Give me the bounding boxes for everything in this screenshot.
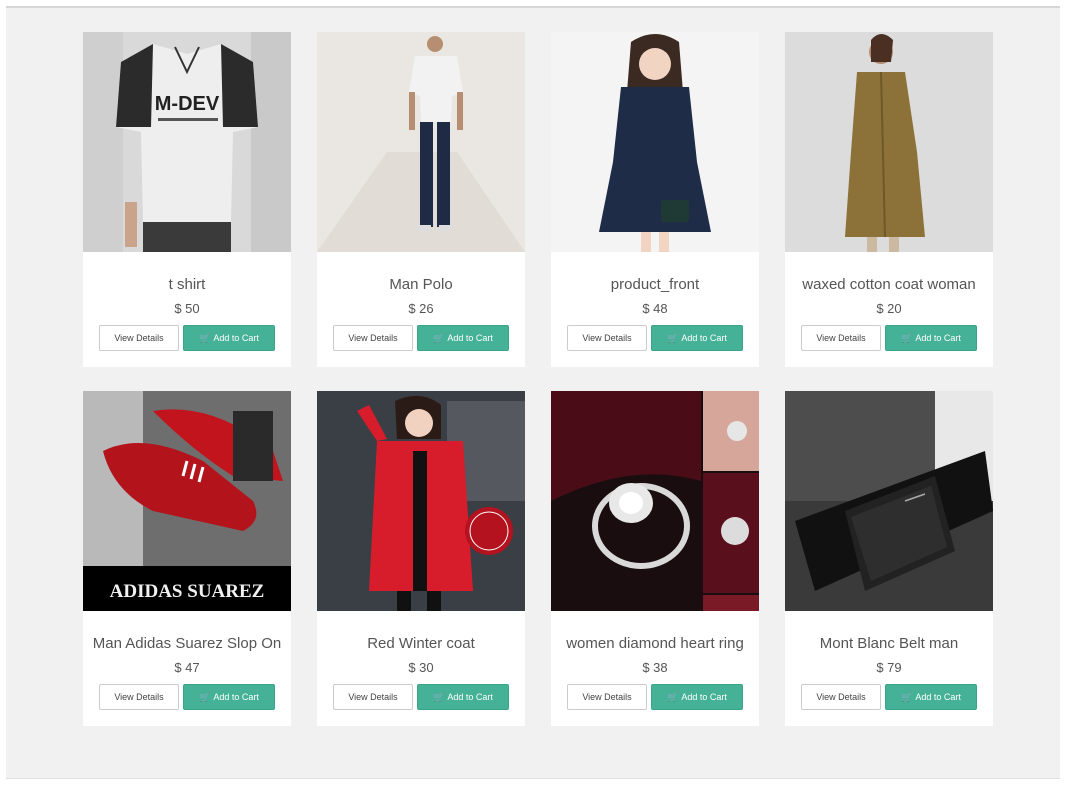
add-to-cart-label: Add to Cart <box>447 333 493 343</box>
image-caption: ADIDAS SUAREZ <box>110 581 265 602</box>
card-actions: View Details 🛒 Add to Cart <box>317 684 525 710</box>
svg-text:M-DEV: M-DEV <box>155 93 220 115</box>
product-price: $ 20 <box>876 301 902 316</box>
add-to-cart-button[interactable]: 🛒 Add to Cart <box>417 684 509 710</box>
view-details-button[interactable]: View Details <box>333 684 413 710</box>
card-actions: View Details 🛒 Add to Cart <box>785 684 993 710</box>
product-image[interactable]: ADIDAS SUAREZ <box>83 391 291 611</box>
shopping-cart-icon: 🛒 <box>433 691 445 702</box>
add-to-cart-label: Add to Cart <box>915 333 961 343</box>
card-actions: View Details 🛒 Add to Cart <box>317 325 525 351</box>
add-to-cart-button[interactable]: 🛒 Add to Cart <box>651 325 743 351</box>
product-card: Red Winter coat $ 30 View Details 🛒 Add … <box>317 391 525 726</box>
page-frame: M-DEV t shirt $ 50 View Details 🛒 Add to… <box>6 6 1060 779</box>
card-actions: View Details 🛒 Add to Cart <box>83 684 291 710</box>
product-card: Man Polo $ 26 View Details 🛒 Add to Cart <box>317 32 525 367</box>
product-price: $ 47 <box>174 660 200 675</box>
add-to-cart-label: Add to Cart <box>915 692 961 702</box>
view-details-button[interactable]: View Details <box>567 684 647 710</box>
add-to-cart-label: Add to Cart <box>681 692 727 702</box>
product-name[interactable]: t shirt <box>83 276 291 294</box>
product-price: $ 30 <box>408 660 434 675</box>
view-details-button[interactable]: View Details <box>99 684 179 710</box>
add-to-cart-label: Add to Cart <box>213 333 259 343</box>
shopping-cart-icon: 🛒 <box>199 332 211 343</box>
product-card: ADIDAS SUAREZ Man Adidas Suarez Slop On … <box>83 391 291 726</box>
product-price: $ 79 <box>876 660 902 675</box>
product-image[interactable] <box>785 32 993 252</box>
product-image[interactable]: M-DEV <box>83 32 291 252</box>
product-price: $ 50 <box>174 301 200 316</box>
add-to-cart-label: Add to Cart <box>681 333 727 343</box>
shopping-cart-icon: 🛒 <box>901 332 913 343</box>
product-card: waxed cotton coat woman $ 20 View Detail… <box>785 32 993 367</box>
product-image[interactable] <box>317 391 525 611</box>
product-price: $ 26 <box>408 301 434 316</box>
product-name[interactable]: Man Adidas Suarez Slop On <box>83 635 291 653</box>
card-actions: View Details 🛒 Add to Cart <box>83 325 291 351</box>
add-to-cart-label: Add to Cart <box>447 692 493 702</box>
product-name[interactable]: waxed cotton coat woman <box>785 276 993 294</box>
view-details-button[interactable]: View Details <box>567 325 647 351</box>
shopping-cart-icon: 🛒 <box>901 691 913 702</box>
card-actions: View Details 🛒 Add to Cart <box>551 684 759 710</box>
product-price: $ 48 <box>642 301 668 316</box>
product-image[interactable] <box>785 391 993 611</box>
product-name[interactable]: product_front <box>551 276 759 294</box>
add-to-cart-button[interactable]: 🛒 Add to Cart <box>183 684 275 710</box>
product-price: $ 38 <box>642 660 668 675</box>
product-image[interactable] <box>551 391 759 611</box>
view-details-button[interactable]: View Details <box>99 325 179 351</box>
add-to-cart-button[interactable]: 🛒 Add to Cart <box>651 684 743 710</box>
product-card: product_front $ 48 View Details 🛒 Add to… <box>551 32 759 367</box>
add-to-cart-button[interactable]: 🛒 Add to Cart <box>885 684 977 710</box>
shopping-cart-icon: 🛒 <box>433 332 445 343</box>
shopping-cart-icon: 🛒 <box>667 332 679 343</box>
card-actions: View Details 🛒 Add to Cart <box>785 325 993 351</box>
product-name[interactable]: Mont Blanc Belt man <box>785 635 993 653</box>
add-to-cart-button[interactable]: 🛒 Add to Cart <box>183 325 275 351</box>
product-name[interactable]: Red Winter coat <box>317 635 525 653</box>
shopping-cart-icon: 🛒 <box>199 691 211 702</box>
product-card: Mont Blanc Belt man $ 79 View Details 🛒 … <box>785 391 993 726</box>
shopping-cart-icon: 🛒 <box>667 691 679 702</box>
add-to-cart-label: Add to Cart <box>213 692 259 702</box>
add-to-cart-button[interactable]: 🛒 Add to Cart <box>417 325 509 351</box>
product-name[interactable]: women diamond heart ring <box>551 635 759 653</box>
product-card: women diamond heart ring $ 38 View Detai… <box>551 391 759 726</box>
view-details-button[interactable]: View Details <box>801 684 881 710</box>
product-image[interactable] <box>551 32 759 252</box>
product-name[interactable]: Man Polo <box>317 276 525 294</box>
card-actions: View Details 🛒 Add to Cart <box>551 325 759 351</box>
product-grid: M-DEV t shirt $ 50 View Details 🛒 Add to… <box>83 32 993 726</box>
add-to-cart-button[interactable]: 🛒 Add to Cart <box>885 325 977 351</box>
view-details-button[interactable]: View Details <box>801 325 881 351</box>
product-image[interactable] <box>317 32 525 252</box>
product-card: M-DEV t shirt $ 50 View Details 🛒 Add to… <box>83 32 291 367</box>
view-details-button[interactable]: View Details <box>333 325 413 351</box>
